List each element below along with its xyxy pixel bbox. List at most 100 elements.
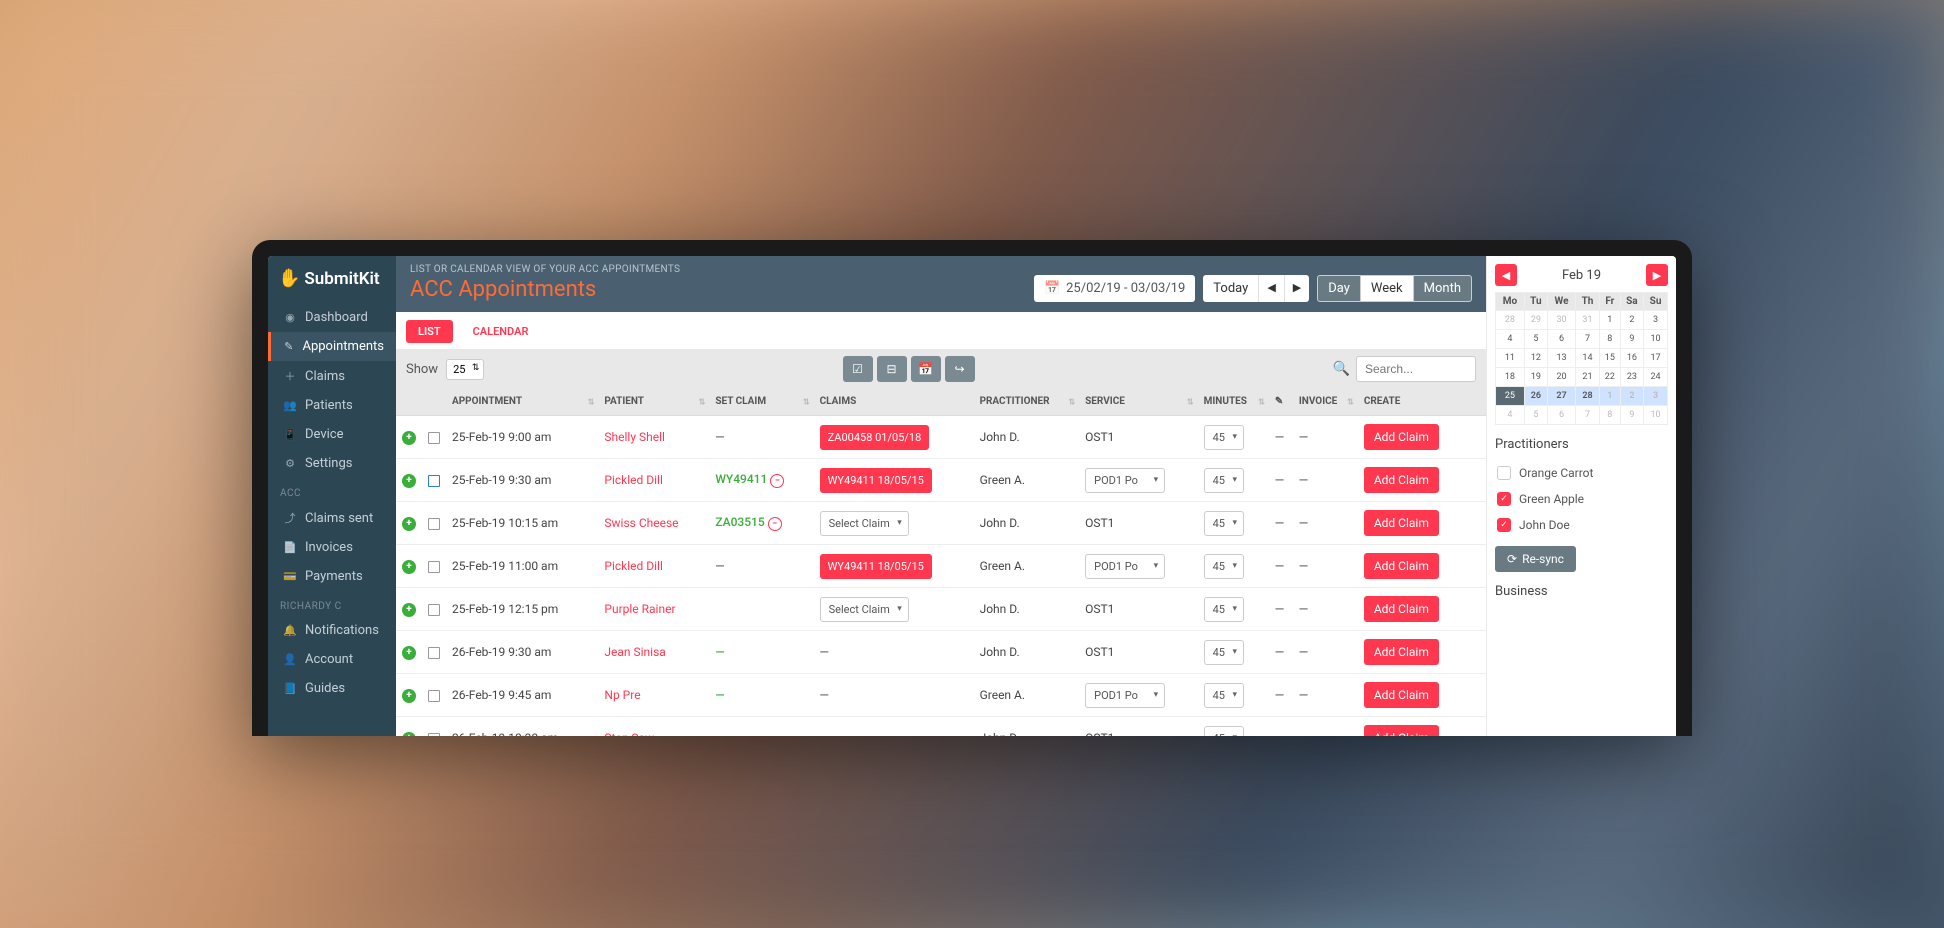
service-select[interactable]: POD1 Po (1085, 683, 1165, 708)
mini-cal-day[interactable]: 18 (1496, 368, 1525, 387)
add-claim-button[interactable]: Add Claim (1364, 596, 1439, 622)
nav-item-patients[interactable]: 👥Patients (268, 391, 396, 420)
mini-cal-day[interactable]: 24 (1644, 368, 1668, 387)
minutes-select[interactable]: 45 (1204, 640, 1244, 665)
practitioner-checkbox[interactable] (1497, 466, 1511, 480)
resync-button[interactable]: ⟳ Re-sync (1495, 546, 1576, 572)
minutes-select[interactable]: 45 (1204, 683, 1244, 708)
add-claim-button[interactable]: Add Claim (1364, 682, 1439, 708)
nav-item-settings[interactable]: ⚙Settings (268, 449, 396, 478)
tab-calendar[interactable]: CALENDAR (461, 320, 541, 343)
select-all-button[interactable]: ☑ (843, 356, 873, 382)
expand-row-icon[interactable]: + (402, 732, 416, 736)
mini-cal-day[interactable]: 15 (1599, 349, 1620, 368)
patient-link[interactable]: Swiss Cheese (604, 516, 678, 530)
add-claim-button[interactable]: Add Claim (1364, 639, 1439, 665)
service-select[interactable]: POD1 Po (1085, 468, 1165, 493)
row-checkbox[interactable] (428, 604, 440, 616)
mini-cal-day[interactable]: 3 (1644, 387, 1668, 406)
nav-user-item-guides[interactable]: 📘Guides (268, 674, 396, 703)
mini-cal-day[interactable]: 16 (1620, 349, 1643, 368)
mini-cal-day[interactable]: 10 (1644, 406, 1668, 425)
minutes-select[interactable]: 45 (1204, 597, 1244, 622)
view-week-button[interactable]: Week (1361, 276, 1414, 301)
mini-cal-day[interactable]: 5 (1524, 406, 1547, 425)
mini-cal-day[interactable]: 4 (1496, 406, 1525, 425)
nav-user-item-account[interactable]: 👤Account (268, 645, 396, 674)
mini-cal-day[interactable]: 28 (1576, 387, 1600, 406)
export-button[interactable]: ↪ (945, 356, 975, 382)
minutes-select[interactable]: 45 (1204, 554, 1244, 579)
mini-cal-day[interactable]: 26 (1524, 387, 1547, 406)
calendar-tool-button[interactable]: 📅 (911, 356, 941, 382)
expand-row-icon[interactable]: + (402, 517, 416, 531)
row-checkbox[interactable] (428, 518, 440, 530)
mini-cal-day[interactable]: 19 (1524, 368, 1547, 387)
search-input[interactable] (1356, 356, 1476, 382)
date-range-picker[interactable]: 📅 25/02/19 - 03/03/19 (1034, 275, 1195, 302)
nav-item-device[interactable]: 📱Device (268, 420, 396, 449)
service-select[interactable]: POD1 Po (1085, 554, 1165, 579)
mini-cal-day[interactable]: 13 (1548, 349, 1576, 368)
mini-cal-day[interactable]: 5 (1524, 330, 1547, 349)
next-period-button[interactable]: ▶ (1284, 275, 1309, 302)
expand-row-icon[interactable]: + (402, 560, 416, 574)
today-button[interactable]: Today (1203, 275, 1258, 302)
mini-cal-day[interactable]: 23 (1620, 368, 1643, 387)
practitioner-row[interactable]: ✓ John Doe (1495, 512, 1668, 538)
mini-cal-day[interactable]: 21 (1576, 368, 1600, 387)
mini-cal-day[interactable]: 7 (1576, 330, 1600, 349)
patient-link[interactable]: Purple Rainer (604, 602, 675, 616)
mini-cal-day[interactable]: 3 (1644, 311, 1668, 330)
set-claim-code[interactable]: ZA03515 (715, 515, 764, 529)
row-checkbox[interactable] (428, 432, 440, 444)
mini-cal-next[interactable]: ▶ (1646, 264, 1668, 286)
prev-period-button[interactable]: ◀ (1258, 275, 1283, 302)
row-checkbox[interactable] (428, 733, 440, 736)
mini-cal-day[interactable]: 9 (1620, 330, 1643, 349)
set-claim-code[interactable]: — (715, 645, 724, 659)
minutes-select[interactable]: 45 (1204, 726, 1244, 737)
mini-cal-day[interactable]: 29 (1524, 311, 1547, 330)
expand-row-icon[interactable]: + (402, 431, 416, 445)
mini-cal-day[interactable]: 6 (1548, 330, 1576, 349)
set-claim-code[interactable]: WY49411 (715, 472, 767, 486)
row-checkbox[interactable] (428, 475, 440, 487)
practitioner-row[interactable]: Orange Carrot (1495, 460, 1668, 486)
patient-link[interactable]: Jean Sinisa (604, 645, 665, 659)
mini-cal-day[interactable]: 22 (1599, 368, 1620, 387)
mini-cal-day[interactable]: 2 (1620, 387, 1643, 406)
mini-cal-day[interactable]: 8 (1599, 406, 1620, 425)
mini-cal-day[interactable]: 8 (1599, 330, 1620, 349)
patient-link[interactable]: Pickled Dill (604, 473, 663, 487)
row-checkbox[interactable] (428, 690, 440, 702)
mini-cal-day[interactable]: 12 (1524, 349, 1547, 368)
add-claim-button[interactable]: Add Claim (1364, 467, 1439, 493)
claim-badge[interactable]: WY49411 18/05/15 (820, 468, 932, 493)
nav-user-item-notifications[interactable]: 🔔Notifications (268, 616, 396, 645)
nav-item-claims[interactable]: ＋Claims (268, 361, 396, 391)
deselect-button[interactable]: ⊟ (877, 356, 907, 382)
search-icon[interactable]: 🔍 (1333, 361, 1350, 377)
set-claim-code[interactable]: — (715, 731, 724, 736)
add-claim-button[interactable]: Add Claim (1364, 725, 1439, 736)
mini-cal-day[interactable]: 31 (1576, 311, 1600, 330)
add-claim-button[interactable]: Add Claim (1364, 510, 1439, 536)
mini-cal-day[interactable]: 27 (1548, 387, 1576, 406)
claim-badge[interactable]: WY49411 18/05/15 (820, 554, 932, 579)
mini-cal-day[interactable]: 1 (1599, 387, 1620, 406)
patient-link[interactable]: Sten Saw (604, 731, 654, 736)
tab-list[interactable]: LIST (406, 320, 453, 343)
mini-cal-day[interactable]: 1 (1599, 311, 1620, 330)
nav-item-dashboard[interactable]: ◉Dashboard (268, 303, 396, 332)
expand-row-icon[interactable]: + (402, 603, 416, 617)
mini-cal-day[interactable]: 30 (1548, 311, 1576, 330)
nav-acc-item-claims-sent[interactable]: ⤴Claims sent (268, 503, 396, 533)
mini-cal-day[interactable]: 9 (1620, 406, 1643, 425)
patient-link[interactable]: Np Pre (604, 688, 640, 702)
mini-cal-day[interactable]: 25 (1496, 387, 1525, 406)
mini-cal-day[interactable]: 4 (1496, 330, 1525, 349)
minutes-select[interactable]: 45 (1204, 468, 1244, 493)
mini-cal-day[interactable]: 14 (1576, 349, 1600, 368)
mini-cal-day[interactable]: 10 (1644, 330, 1668, 349)
